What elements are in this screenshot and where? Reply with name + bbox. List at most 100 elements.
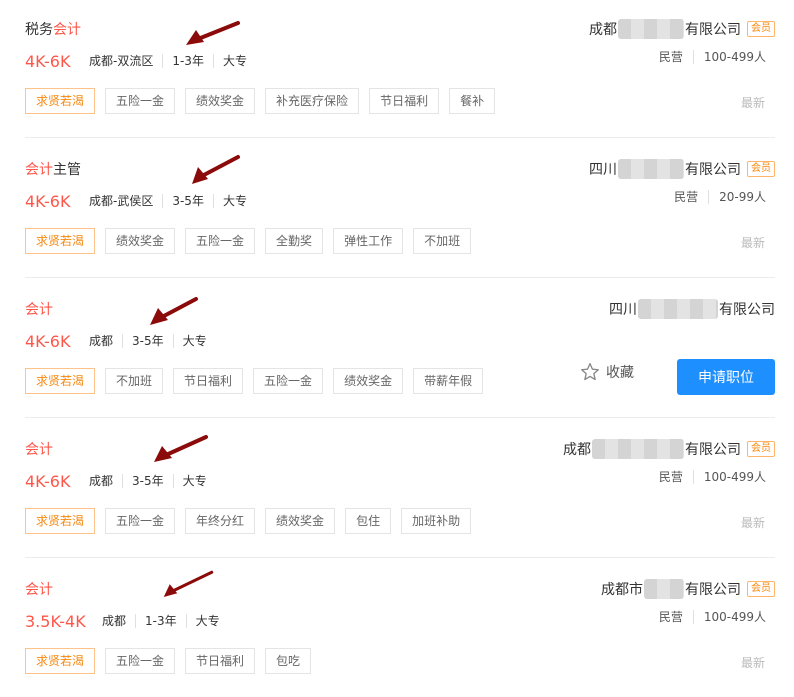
job-card[interactable]: 会计 4K-6K 成都 3-5年 大专 求贤若渴 不加班 节日福利 五险一金 绩…: [0, 280, 794, 420]
company-size: 100-499人: [692, 50, 766, 64]
education: 大专: [172, 334, 216, 348]
tag: 绩效奖金: [105, 228, 176, 254]
job-card[interactable]: 会计主管 4K-6K 成都-武侯区 3-5年 大专 求贤若渴 绩效奖金 五险一金…: [0, 140, 794, 280]
company-info: 民营 20-99人: [664, 190, 766, 204]
company-name-prefix: 成都: [589, 22, 617, 38]
company-info: 民营 100-499人: [649, 610, 766, 624]
experience: 3-5年: [122, 334, 173, 348]
experience: 3-5年: [122, 474, 173, 488]
location: 成都-武侯区: [89, 194, 154, 208]
tag: 加班补助: [401, 508, 472, 534]
tag: 节日福利: [185, 648, 256, 674]
company-size: 20-99人: [708, 190, 766, 204]
tag: 带薪年假: [413, 368, 484, 394]
company-name-suffix: 有限公司: [685, 162, 741, 178]
education: 大专: [212, 54, 256, 68]
divider: [25, 277, 775, 278]
redacted-blur: [592, 439, 684, 459]
tag-list: 求贤若渴 五险一金 绩效奖金 补充医疗保险 节日福利 餐补: [25, 88, 496, 114]
company-info: 民营 100-499人: [649, 50, 766, 64]
apply-button[interactable]: 申请职位: [677, 359, 775, 395]
experience: 1-3年: [135, 614, 186, 628]
tag: 绩效奖金: [333, 368, 404, 394]
company-name[interactable]: 成都 有限公司 会员: [563, 439, 775, 459]
newest-label: 最新: [740, 96, 765, 110]
tag: 绩效奖金: [185, 88, 256, 114]
tag-hot: 求贤若渴: [25, 508, 96, 534]
education: 大专: [212, 194, 256, 208]
job-title-highlight: 会计: [25, 302, 53, 318]
tag-list: 求贤若渴 绩效奖金 五险一金 全勤奖 弹性工作 不加班: [25, 228, 472, 254]
salary: 4K-6K: [25, 472, 71, 491]
job-card[interactable]: 税务会计 4K-6K 成都-双流区 1-3年 大专 求贤若渴 五险一金 绩效奖金…: [0, 0, 794, 140]
divider: [25, 557, 775, 558]
salary: 4K-6K: [25, 192, 71, 211]
divider: [25, 417, 775, 418]
location: 成都: [102, 614, 127, 628]
tag-hot: 求贤若渴: [25, 88, 96, 114]
company-info: 民营 100-499人: [649, 470, 766, 484]
company-name[interactable]: 成都市 有限公司 会员: [601, 579, 775, 599]
tag-hot: 求贤若渴: [25, 368, 96, 394]
tag: 五险一金: [105, 648, 176, 674]
tag-hot: 求贤若渴: [25, 648, 96, 674]
tag: 绩效奖金: [265, 508, 336, 534]
star-outline-icon: [581, 363, 599, 381]
arrow-icon: [192, 155, 240, 184]
company-name-suffix: 有限公司: [719, 302, 775, 318]
job-title[interactable]: 会计: [25, 439, 53, 459]
company-name[interactable]: 四川 有限公司 会员: [589, 159, 775, 179]
salary: 4K-6K: [25, 332, 71, 351]
education: 大专: [172, 474, 216, 488]
tag: 餐补: [449, 88, 496, 114]
tag-hot: 求贤若渴: [25, 228, 96, 254]
job-meta: 成都-双流区 1-3年 大专: [89, 54, 256, 68]
tag: 弹性工作: [333, 228, 404, 254]
job-title-highlight: 会计: [53, 22, 81, 38]
company-type: 民营: [674, 190, 699, 204]
company-size: 100-499人: [692, 610, 766, 624]
company-type: 民营: [658, 610, 683, 624]
job-title[interactable]: 税务会计: [25, 19, 81, 39]
company-name[interactable]: 四川 有限公司: [609, 299, 775, 319]
tag: 年终分红: [185, 508, 256, 534]
job-title[interactable]: 会计: [25, 579, 53, 599]
tag-list: 求贤若渴 五险一金 年终分红 绩效奖金 包住 加班补助: [25, 508, 472, 534]
job-card[interactable]: 会计 3.5K-4K 成都 1-3年 大专 求贤若渴 五险一金 节日福利 包吃 …: [0, 560, 794, 697]
experience: 1-3年: [162, 54, 213, 68]
tag-list: 求贤若渴 不加班 节日福利 五险一金 绩效奖金 带薪年假: [25, 368, 484, 394]
company-size: 100-499人: [692, 470, 766, 484]
tag: 五险一金: [253, 368, 324, 394]
favorite-button[interactable]: 收藏: [580, 362, 634, 382]
company-name[interactable]: 成都 有限公司 会员: [589, 19, 775, 39]
job-title[interactable]: 会计主管: [25, 159, 81, 179]
job-title-highlight: 会计: [25, 442, 53, 458]
newest-label: 最新: [740, 516, 765, 530]
company-name-prefix: 四川: [609, 302, 637, 318]
location: 成都: [89, 474, 114, 488]
arrow-icon: [163, 570, 214, 597]
arrow-icon: [154, 435, 208, 462]
tag: 五险一金: [105, 508, 176, 534]
company-name-suffix: 有限公司: [685, 442, 741, 458]
job-title[interactable]: 会计: [25, 299, 53, 319]
tag: 不加班: [413, 228, 472, 254]
vip-badge: 会员: [747, 581, 775, 597]
job-meta: 成都 3-5年 大专: [89, 334, 216, 348]
tag: 五险一金: [185, 228, 256, 254]
job-card[interactable]: 会计 4K-6K 成都 3-5年 大专 求贤若渴 五险一金 年终分红 绩效奖金 …: [0, 420, 794, 560]
company-name-suffix: 有限公司: [685, 22, 741, 38]
newest-label: 最新: [740, 656, 765, 670]
company-type: 民营: [658, 470, 683, 484]
experience: 3-5年: [162, 194, 213, 208]
job-meta: 成都-武侯区 3-5年 大专: [89, 194, 256, 208]
divider: [25, 137, 775, 138]
arrow-icon: [186, 21, 240, 45]
redacted-blur: [618, 19, 684, 39]
vip-badge: 会员: [747, 161, 775, 177]
newest-label: 最新: [740, 236, 765, 250]
redacted-blur: [644, 579, 684, 599]
location: 成都-双流区: [89, 54, 154, 68]
company-name-prefix: 四川: [589, 162, 617, 178]
tag: 不加班: [105, 368, 164, 394]
